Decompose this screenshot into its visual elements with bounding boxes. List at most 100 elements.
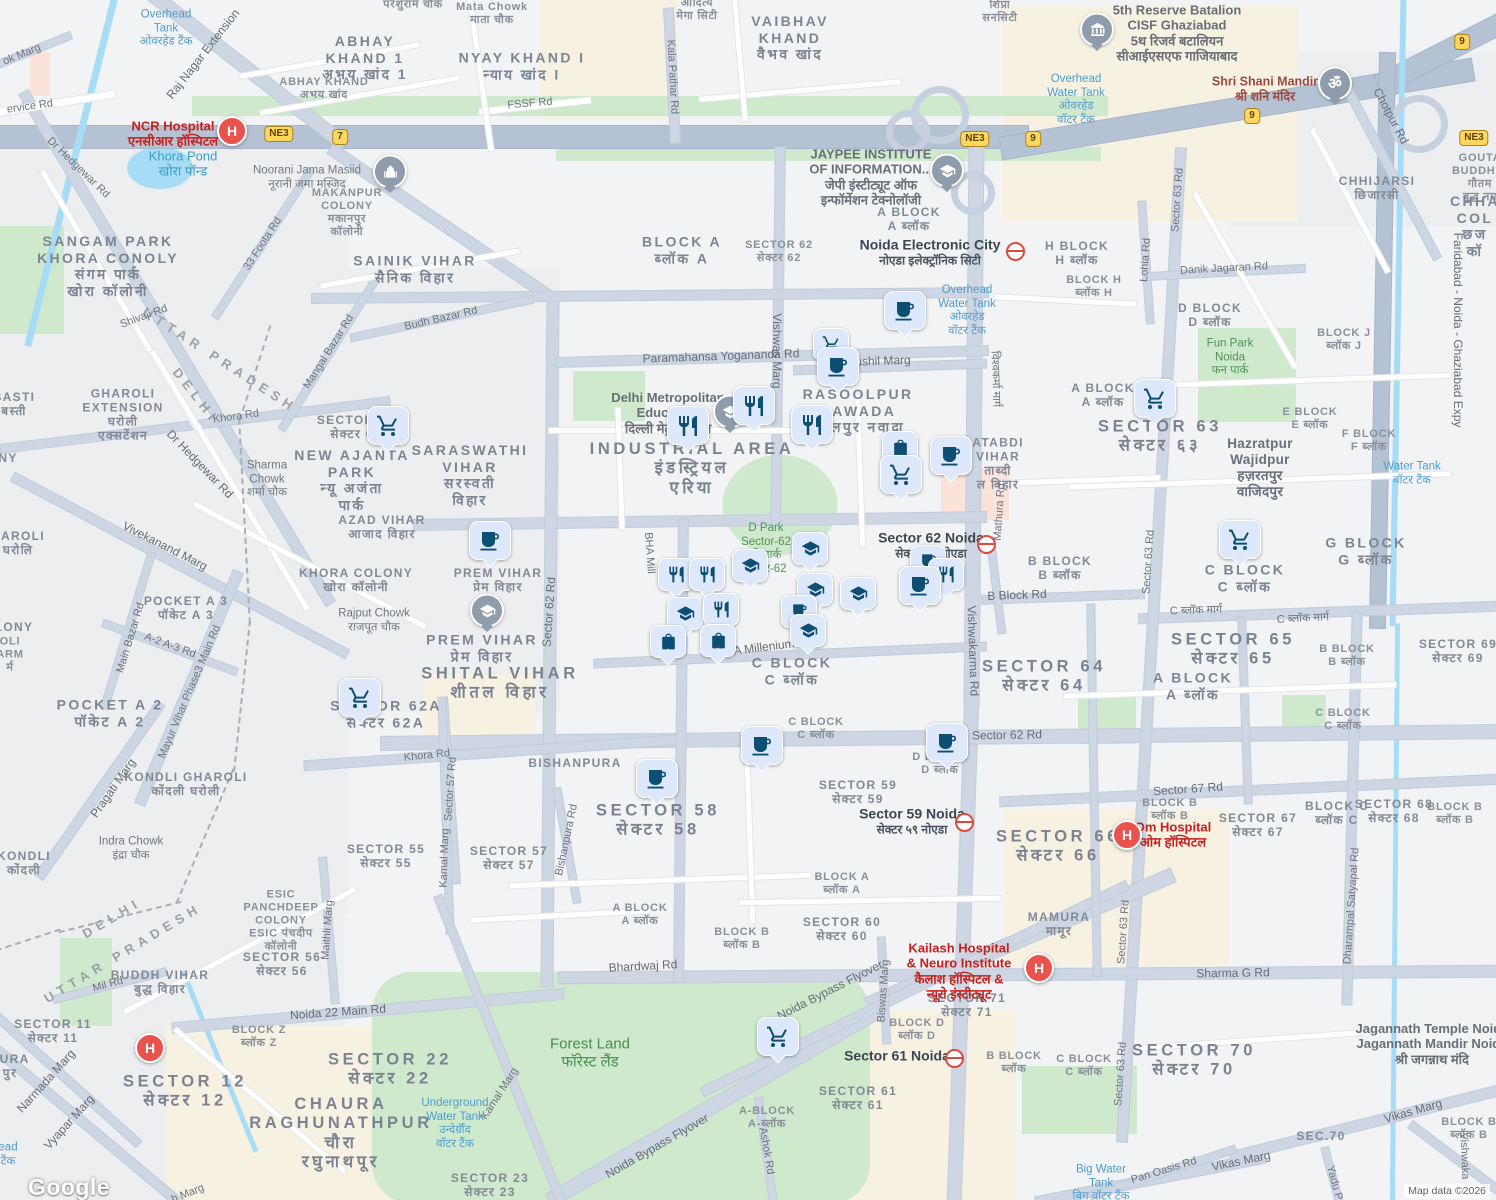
- label-line: ESIC: [243, 889, 318, 902]
- area-label: SECTOR 62सेक्टर 62: [745, 239, 813, 265]
- area-label: Yadu P: [1323, 1164, 1345, 1200]
- hospital-icon[interactable]: H: [1112, 820, 1142, 850]
- map-canvas[interactable]: ABHAYKHAND 1अभय खांद 1ABHAY KHANDअभय खां…: [0, 0, 1496, 1200]
- cart-marker[interactable]: [367, 406, 409, 450]
- museum-icon[interactable]: [1080, 13, 1114, 50]
- label-line: मामूर: [1028, 924, 1091, 938]
- label-line: Wajidpur: [1227, 452, 1292, 468]
- label-line: Chowk: [247, 473, 287, 487]
- google-logo[interactable]: Google: [28, 1174, 110, 1200]
- area-label: परशुराम चौक: [383, 0, 443, 11]
- label-line: सेक्टर 69: [1419, 651, 1496, 665]
- hospital-icon[interactable]: H: [217, 116, 247, 146]
- label-line: Mata Chowk: [456, 1, 528, 14]
- water-label: UndergroundWater Tankउन्देर्ग्रॉंदवॉटर ट…: [421, 1097, 488, 1151]
- restaurant-marker[interactable]: [667, 406, 709, 450]
- label-line: सेक्टर 71: [928, 1005, 1006, 1019]
- label-line: CHAURA: [249, 1095, 433, 1114]
- transit-label: Sector 59 Noidaसेक्टर ५९ नोएडा: [859, 806, 965, 837]
- restaurant-marker[interactable]: [733, 386, 775, 430]
- water-label: OverheadTankओवरहेड टैंक: [140, 9, 193, 50]
- area-label: SECTOR 12सेक्टर 12: [123, 1073, 247, 1112]
- label-line: ब्लॉक D: [889, 1030, 945, 1043]
- metro-station-icon[interactable]: [955, 813, 974, 832]
- mosque-icon[interactable]: [373, 155, 407, 192]
- area-label: A BLOCKA ब्लॉक: [1071, 381, 1134, 409]
- bag-marker[interactable]: [650, 625, 686, 663]
- label-line: न्यू अजंता: [294, 480, 410, 497]
- bag-marker[interactable]: [700, 624, 736, 662]
- restaurant-marker[interactable]: [689, 558, 725, 596]
- label-line: A ब्लॉक: [1153, 686, 1233, 703]
- area-label: POCKET A 2पॉकेट A 2: [57, 696, 164, 729]
- label-line: सेक्टर 58: [596, 821, 720, 840]
- label-line: SECTOR 12: [123, 1073, 247, 1092]
- area-label: B BLOCKब्लॉक: [986, 1050, 1042, 1076]
- restaurant-marker[interactable]: [791, 405, 833, 449]
- coffee-marker[interactable]: [741, 726, 783, 770]
- cart-marker[interactable]: [1134, 379, 1176, 423]
- label-line: Fun Park: [1207, 338, 1254, 352]
- label-line: वॉटर टैंक: [1047, 114, 1105, 128]
- education-marker[interactable]: [790, 614, 826, 652]
- label-line: Noida Electronic City: [860, 237, 1001, 254]
- area-label: BLOCK Aब्लॉक A: [814, 871, 869, 897]
- education-marker[interactable]: [840, 577, 876, 615]
- label-line: सेक्टर 64: [982, 677, 1106, 696]
- education-marker[interactable]: [732, 549, 768, 587]
- label-line: Water Tank: [1047, 86, 1105, 100]
- label-line: प्रेम विहार: [426, 648, 538, 665]
- label-line: RAGHUNATHPUR: [249, 1115, 433, 1134]
- coffee-marker[interactable]: [817, 347, 859, 391]
- coffee-marker[interactable]: [926, 723, 968, 767]
- label-line: टैंक: [0, 1155, 18, 1169]
- label-line: ब्लॉक A: [814, 884, 869, 897]
- water-label: OverheadWater Tankओवरहेडवॉटर टैंक: [938, 284, 996, 338]
- metro-station-icon[interactable]: [945, 1049, 964, 1068]
- label-line: VIHAR: [972, 450, 1023, 464]
- area-label: KONDLI GHAROLIकोंदली घरोली: [124, 770, 247, 798]
- label-line: Noida: [1207, 351, 1254, 365]
- cart-marker[interactable]: [880, 455, 922, 499]
- cart-marker[interactable]: [1219, 520, 1261, 564]
- label-line: वॉटर टैंक: [938, 325, 996, 339]
- label-line: SEC.70: [1296, 1129, 1345, 1143]
- label-line: OF INFORMATION...: [809, 162, 932, 177]
- area-label: CHAURARAGHUNATHPURचौरारघुनाथपूर: [249, 1095, 433, 1173]
- area-label: BLOCK Bब्लॉक B: [714, 926, 770, 952]
- area-label: C BLOCKC ब्लॉक: [788, 716, 844, 742]
- label-line: सेक्टर 56: [243, 964, 321, 978]
- label-line: Water Tank: [938, 297, 996, 311]
- metro-station-icon[interactable]: [977, 535, 996, 554]
- coffee-marker[interactable]: [636, 759, 678, 803]
- coffee-marker[interactable]: [884, 291, 926, 335]
- route-badge: 7: [332, 129, 348, 145]
- water-label: eadटैंक: [0, 1141, 18, 1168]
- label-line: D Park: [741, 522, 791, 536]
- cart-marker[interactable]: [339, 678, 381, 722]
- label-line: एक्सटेंशन: [82, 429, 163, 443]
- label-line: एरिया: [590, 479, 795, 498]
- hospital-icon[interactable]: H: [1024, 953, 1054, 983]
- om-icon[interactable]: ॐ: [1318, 67, 1352, 104]
- label-line: C BLOCK: [752, 654, 832, 671]
- hospital-icon[interactable]: H: [135, 1033, 165, 1063]
- coffee-marker[interactable]: [899, 566, 941, 610]
- label-line: शर्मा चौक: [247, 487, 287, 501]
- label-line: BLOCK B: [1441, 1116, 1496, 1129]
- label-line: सेक्टर 23: [451, 1185, 529, 1199]
- education-marker[interactable]: [792, 532, 828, 570]
- metro-station-icon[interactable]: [1006, 242, 1025, 261]
- label-line: A ब्लॉक: [877, 219, 940, 233]
- coffee-marker[interactable]: [469, 521, 511, 565]
- label-line: ब्लॉक B: [714, 939, 770, 952]
- area-label: BUDDH VIHARबुद्ध विहार: [111, 968, 210, 996]
- school-icon[interactable]: [930, 154, 964, 191]
- cart-marker[interactable]: [757, 1017, 799, 1061]
- area-label: SECTOR 68सेक्टर 68: [1355, 797, 1433, 825]
- label-line: शिप्रा: [982, 0, 1017, 12]
- label-line: JAYPEE INSTITUTE: [809, 146, 932, 161]
- coffee-marker[interactable]: [930, 436, 972, 480]
- school-icon[interactable]: [470, 594, 504, 631]
- label-line: ब्लॉक A: [642, 250, 722, 267]
